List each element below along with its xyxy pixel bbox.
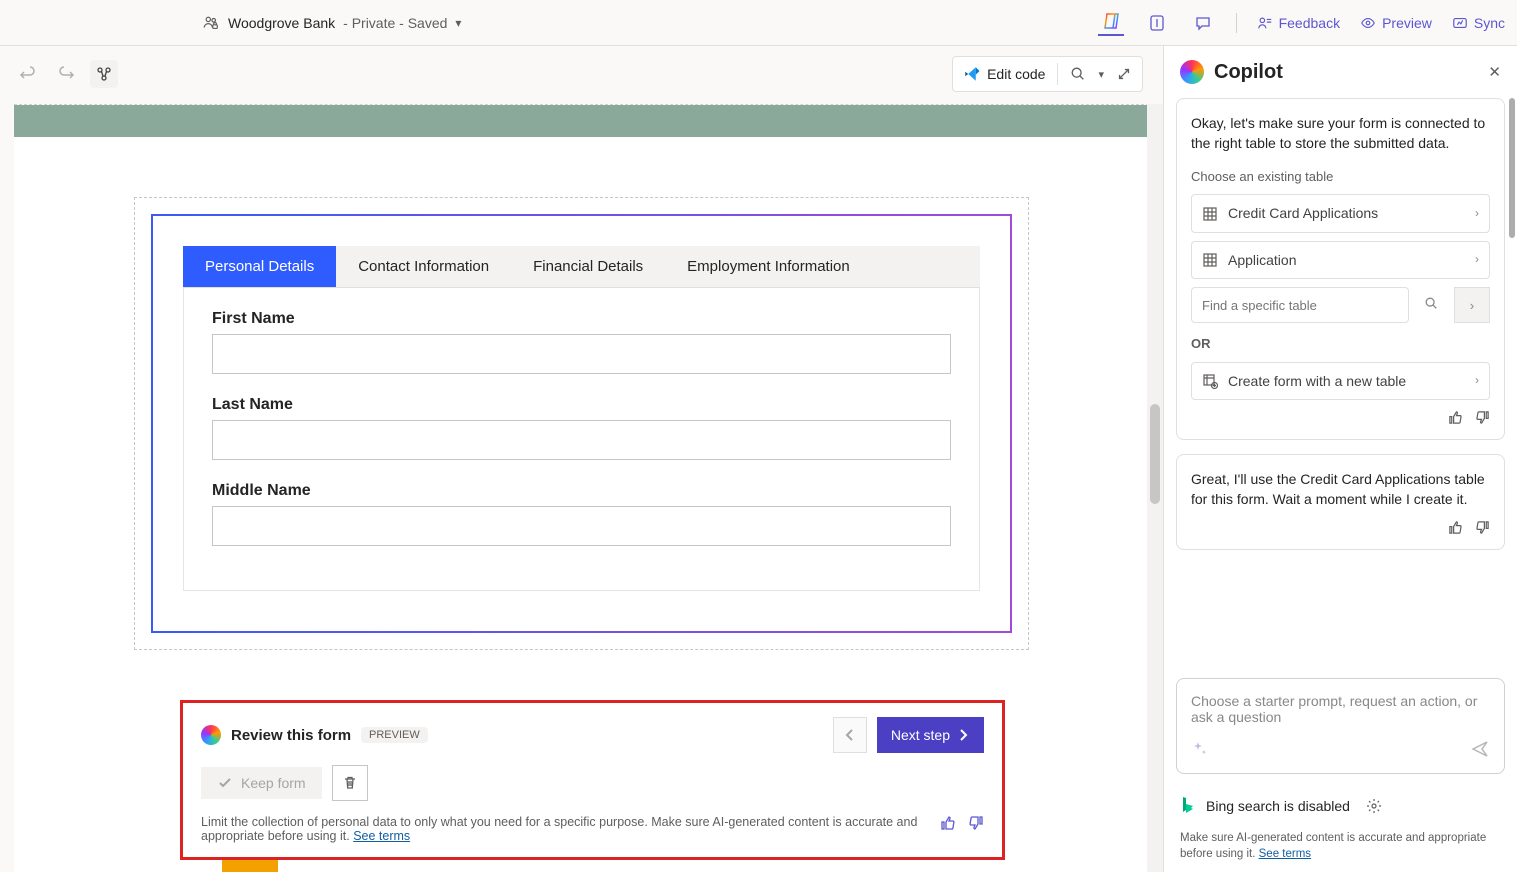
input-middle-name[interactable] [212,506,951,546]
tab-personal-details[interactable]: Personal Details [183,246,336,287]
copilot-message-1: Okay, let's make sure your form is conne… [1176,98,1505,440]
edit-code-button[interactable]: Edit code [963,65,1045,83]
find-table-input[interactable] [1191,287,1409,323]
input-first-name[interactable] [212,334,951,374]
send-icon[interactable] [1470,739,1490,759]
table-icon [1202,206,1218,222]
chevron-right-icon: › [1475,205,1479,222]
copilot-icon [201,725,221,745]
table-option-credit-card[interactable]: Credit Card Applications › [1191,194,1490,232]
thumbs-down-icon[interactable] [1475,520,1490,535]
or-label: OR [1191,335,1490,354]
see-terms-link[interactable]: See terms [353,829,410,843]
pages-icon[interactable] [1144,10,1170,36]
preview-badge: PREVIEW [361,727,428,743]
thumbs-down-icon[interactable] [1475,410,1490,425]
prompt-placeholder: Choose a starter prompt, request an acti… [1191,693,1490,725]
form-body: First Name Last Name Middle Name [183,288,980,591]
prev-step-button[interactable] [833,717,867,753]
thumbs-down-icon[interactable] [968,815,984,831]
topbar-actions: Feedback Preview Sync [1098,10,1505,36]
table-option-application[interactable]: Application › [1191,241,1490,279]
label-middle-name: Middle Name [212,482,951,500]
review-form-panel: Review this form PREVIEW Next step Keep … [180,700,1005,860]
copilot-prompt-input[interactable]: Choose a starter prompt, request an acti… [1176,678,1505,774]
topbar: Woodgrove Bank - Private - Saved ▾ Feedb… [0,0,1517,46]
chevron-right-icon: › [1475,251,1479,268]
tab-contact-information[interactable]: Contact Information [336,246,511,287]
divider [1236,13,1237,33]
copilot-chat: Okay, let's make sure your form is conne… [1164,98,1517,670]
form-container-outline: Personal Details Contact Information Fin… [134,197,1029,650]
canvas-toolbar-left [14,60,118,88]
field-middle-name: Middle Name [212,482,951,546]
tab-financial-details[interactable]: Financial Details [511,246,665,287]
sync-button[interactable]: Sync [1452,15,1505,31]
thumbs-up-icon[interactable] [940,815,956,831]
bing-icon [1180,796,1196,816]
zoom-icon[interactable] [1070,66,1086,82]
field-last-name: Last Name [212,396,951,460]
find-table-next-button[interactable]: › [1454,287,1490,323]
people-lock-icon [202,14,220,32]
chevron-right-icon: › [1475,372,1479,389]
gear-icon[interactable] [1366,798,1382,814]
canvas-scrollbar[interactable] [1147,104,1163,872]
canvas-toolbar-right: Edit code ▾ [952,56,1143,92]
label-last-name: Last Name [212,396,951,414]
canvas: Edit code ▾ Personal Details Contact Inf… [0,46,1163,872]
zoom-chevron-icon[interactable]: ▾ [1098,68,1104,81]
keep-form-button[interactable]: Keep form [201,767,322,799]
form-tabs: Personal Details Contact Information Fin… [183,246,980,288]
field-first-name: First Name [212,310,951,374]
label-first-name: First Name [212,310,951,328]
main: Edit code ▾ Personal Details Contact Inf… [0,46,1517,872]
selected-form[interactable]: Personal Details Contact Information Fin… [151,214,1012,633]
table-plus-icon [1202,373,1218,389]
create-new-table-option[interactable]: Create form with a new table › [1191,362,1490,400]
preview-button[interactable]: Preview [1360,15,1432,31]
components-button[interactable] [90,60,118,88]
bing-status: Bing search is disabled [1164,786,1517,826]
review-disclaimer: Limit the collection of personal data to… [201,815,920,843]
site-breadcrumb[interactable]: Woodgrove Bank - Private - Saved ▾ [202,14,461,32]
copilot-logo-icon [1180,60,1204,84]
page-header-banner [14,105,1149,137]
choose-table-label: Choose an existing table [1191,168,1490,187]
sparkle-icon[interactable] [1191,740,1209,758]
copilot-panel: Copilot ✕ Okay, let's make sure your for… [1163,46,1517,872]
review-title: Review this form [231,727,351,744]
comment-icon[interactable] [1190,10,1216,36]
thumbs-up-icon[interactable] [1448,520,1463,535]
site-status: - Private - Saved [343,15,447,31]
undo-button[interactable] [14,60,42,88]
delete-form-button[interactable] [332,765,368,801]
expand-icon[interactable] [1116,66,1132,82]
close-icon[interactable]: ✕ [1488,63,1501,81]
copilot-title: Copilot [1214,61,1283,84]
input-last-name[interactable] [212,420,951,460]
copilot-disclaimer: Make sure AI-generated content is accura… [1164,826,1517,872]
see-terms-link[interactable]: See terms [1259,848,1311,860]
redo-button[interactable] [52,60,80,88]
site-name: Woodgrove Bank [228,15,335,31]
copilot-toggle-icon[interactable] [1098,10,1124,36]
thumbs-up-icon[interactable] [1448,410,1463,425]
next-step-button[interactable]: Next step [877,717,984,753]
search-icon [1424,296,1438,310]
copilot-message-2: Great, I'll use the Credit Card Applicat… [1176,454,1505,550]
copilot-scrollbar[interactable] [1507,98,1517,470]
table-icon [1202,252,1218,268]
tab-employment-information[interactable]: Employment Information [665,246,872,287]
chevron-down-icon[interactable]: ▾ [455,16,461,30]
feedback-button[interactable]: Feedback [1257,15,1340,31]
